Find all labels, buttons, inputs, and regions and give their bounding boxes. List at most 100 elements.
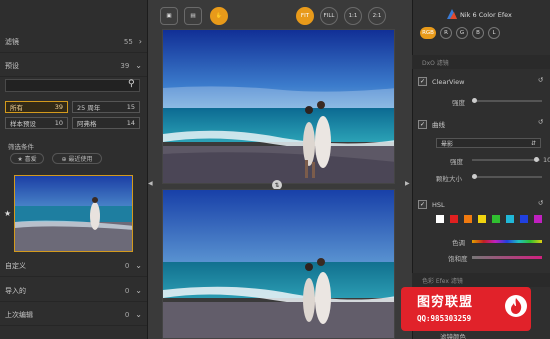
curves-strength-value: 10 (543, 156, 550, 164)
filter-all[interactable]: 所有 39 (5, 101, 68, 113)
split-view-icon[interactable]: ▤ (184, 7, 202, 25)
swatch-white[interactable] (436, 215, 444, 223)
flame-logo-icon (505, 295, 527, 317)
presets-panel: 滤镜 55 › 预设 39 ⌄ ⚲ 所有 39 25 周年 15 样本预设 10… (0, 0, 148, 339)
favorites-pill[interactable]: ★ 喜爱 (10, 153, 44, 164)
filter-25th-anniversary[interactable]: 25 周年 15 (72, 101, 140, 113)
grain-size-slider[interactable] (472, 174, 542, 179)
clearview-strength-slider[interactable] (472, 98, 542, 103)
compare-icon[interactable]: ▣ (160, 7, 178, 25)
filter-afge[interactable]: 阿弗格 14 (72, 117, 140, 129)
collapse-left-icon[interactable]: ◀ (148, 180, 153, 187)
section-imported-count: 0 (124, 286, 130, 295)
channel-rgb[interactable]: RGB (420, 27, 436, 39)
filter-afge-label: 阿弗格 (77, 120, 97, 128)
fit-button[interactable]: FIT (296, 7, 314, 25)
search-icon[interactable]: ⚲ (128, 79, 135, 89)
clearview-checkbox[interactable]: ✓ (418, 77, 427, 86)
chevron-right-icon[interactable]: › (139, 37, 142, 46)
reset-icon[interactable]: ↺ (538, 118, 543, 126)
channel-r[interactable]: R (440, 27, 452, 39)
grain-size-label: 颗粒大小 (436, 175, 462, 183)
filter-conditions-title: 筛选条件 (8, 143, 34, 151)
chevron-down-icon[interactable]: ⌄ (135, 286, 142, 295)
hsl-checkbox[interactable]: ✓ (418, 200, 427, 209)
section-imported[interactable]: 导入的 0 ⌄ (0, 280, 147, 302)
clearview-strength-label: 强度 (452, 99, 465, 107)
color-efex-title: 色彩 Efex 滤镜 (422, 277, 463, 285)
clearview-label: ClearView (432, 77, 465, 86)
reset-icon[interactable]: ↺ (538, 76, 543, 84)
zoom-1-1-button[interactable]: 1:1 (344, 7, 362, 25)
preset-thumbnail[interactable] (14, 175, 133, 252)
nik-logo-icon (447, 9, 457, 19)
watermark-subtitle: QQ:985303259 (417, 314, 472, 323)
curves-strength-label: 强度 (450, 158, 463, 166)
dxo-filters-header[interactable]: DxO 滤镜 (412, 55, 550, 69)
swatch-orange[interactable] (464, 215, 472, 223)
color-efex-header[interactable]: 色彩 Efex 滤镜 (412, 273, 550, 287)
filter-color-label: 滤镜颜色 (440, 333, 466, 339)
preview-before-image (162, 189, 395, 339)
hand-tool-icon[interactable]: ✋ (210, 7, 228, 25)
collapse-right-icon[interactable]: ▶ (405, 180, 410, 187)
filter-all-label: 所有 (10, 104, 23, 112)
curves-strength-slider[interactable] (472, 157, 540, 162)
star-icon[interactable]: ★ (4, 209, 11, 218)
section-last-edit-count: 0 (124, 310, 130, 319)
swatch-yellow[interactable] (478, 215, 486, 223)
watermark-title: 图穷联盟 (417, 295, 474, 310)
app-window: 滤镜 55 › 预设 39 ⌄ ⚲ 所有 39 25 周年 15 样本预设 10… (0, 0, 550, 339)
fill-button[interactable]: FILL (320, 7, 338, 25)
saturation-slider[interactable] (472, 256, 542, 259)
swatch-green[interactable] (492, 215, 500, 223)
swatch-red[interactable] (450, 215, 458, 223)
filter-25th-count: 15 (126, 103, 135, 111)
recently-used-pill[interactable]: ⊕ 最近使用 (52, 153, 102, 164)
section-last-edit[interactable]: 上次编辑 0 ⌄ (0, 304, 147, 326)
vignette-select-value: 晕影 (441, 140, 454, 148)
section-presets[interactable]: 预设 39 ⌄ (0, 55, 147, 77)
channel-g[interactable]: G (456, 27, 468, 39)
section-presets-count: 39 (120, 61, 130, 70)
filter-sample-count: 10 (54, 119, 63, 127)
section-custom[interactable]: 自定义 0 ⌄ (0, 255, 147, 277)
reset-icon[interactable]: ↺ (538, 199, 543, 207)
preset-search-input[interactable] (5, 79, 140, 92)
curves-label: 曲线 (432, 121, 445, 129)
section-filters[interactable]: 滤镜 55 › (0, 31, 147, 53)
curves-checkbox[interactable]: ✓ (418, 119, 427, 129)
saturation-label: 饱和度 (448, 255, 468, 263)
vignette-select[interactable]: 晕影 ⇵ (436, 138, 541, 148)
preview-after-image (162, 29, 395, 184)
section-filters-count: 55 (123, 37, 133, 46)
watermark-banner: 图穷联盟 QQ:985303259 (401, 287, 531, 331)
section-presets-label: 预设 (5, 61, 19, 70)
channel-l[interactable]: L (488, 27, 500, 39)
chevron-down-icon[interactable]: ⌄ (135, 310, 142, 319)
section-last-edit-label: 上次编辑 (5, 310, 33, 319)
section-custom-label: 自定义 (5, 261, 26, 270)
swatch-magenta[interactable] (534, 215, 542, 223)
zoom-2-1-button[interactable]: 2:1 (368, 7, 386, 25)
swatch-cyan[interactable] (506, 215, 514, 223)
chevron-down-icon[interactable]: ⌄ (135, 61, 142, 70)
dxo-filters-title: DxO 滤镜 (422, 59, 449, 67)
filter-clearview[interactable]: ✓ ClearView (418, 77, 464, 86)
section-imported-label: 导入的 (5, 286, 26, 295)
filter-curves[interactable]: ✓ 曲线 (418, 119, 445, 129)
hue-label: 色调 (452, 239, 465, 247)
hue-slider[interactable] (472, 240, 542, 243)
filter-25th-label: 25 周年 (77, 104, 101, 112)
section-custom-count: 0 (124, 261, 130, 270)
swatch-blue[interactable] (520, 215, 528, 223)
filter-sample-presets[interactable]: 样本预设 10 (5, 117, 68, 129)
hsl-label: HSL (432, 200, 445, 209)
chevron-updown-icon: ⇵ (530, 139, 536, 147)
filter-afge-count: 14 (126, 119, 135, 127)
channel-b[interactable]: B (472, 27, 484, 39)
chevron-down-icon[interactable]: ⌄ (135, 261, 142, 270)
filter-hsl[interactable]: ✓ HSL (418, 200, 445, 209)
filter-sample-label: 样本预设 (10, 120, 36, 128)
section-filters-label: 滤镜 (5, 37, 19, 46)
